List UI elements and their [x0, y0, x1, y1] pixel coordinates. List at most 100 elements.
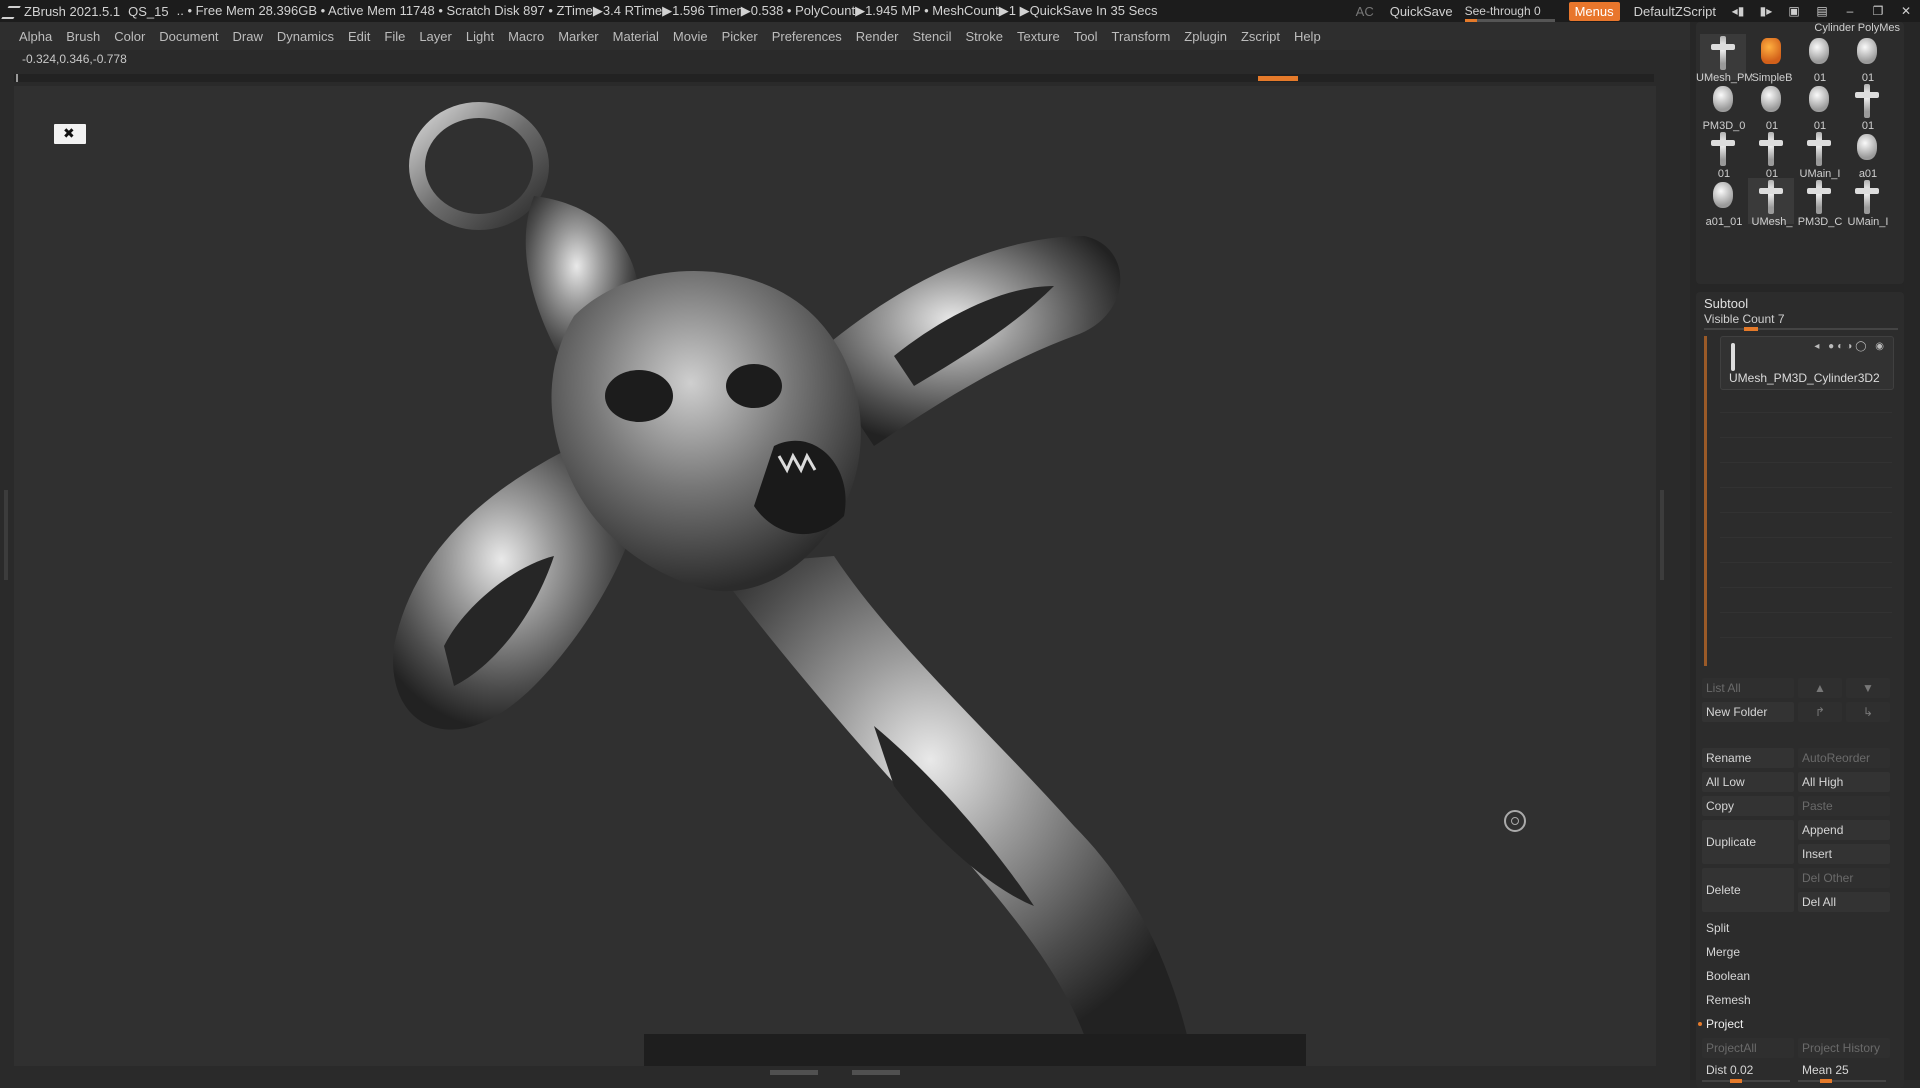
tool-thumb[interactable]: UMesh_PM3D_C — [1696, 34, 1752, 84]
shelf-indicator[interactable] — [1258, 76, 1298, 81]
menu-zscript[interactable]: Zscript — [1241, 29, 1280, 44]
tool-thumb[interactable]: 01 — [1796, 34, 1842, 84]
append-button[interactable]: Append — [1798, 820, 1890, 840]
menu-material[interactable]: Material — [613, 29, 659, 44]
menu-alpha[interactable]: Alpha — [19, 29, 52, 44]
paste-button[interactable]: Paste — [1798, 796, 1890, 816]
close-icon[interactable]: ✕ — [1897, 4, 1915, 18]
tool-thumb[interactable]: a01_01 — [1700, 178, 1746, 228]
right-tray-handle[interactable] — [1660, 490, 1664, 580]
all-low-button[interactable]: All Low — [1702, 772, 1794, 792]
tool-thumb[interactable]: PM3D_C — [1796, 178, 1842, 228]
menu-brush[interactable]: Brush — [66, 29, 100, 44]
menu-stroke[interactable]: Stroke — [965, 29, 1003, 44]
palette-left-icon[interactable]: ◂▮ — [1729, 4, 1747, 18]
rename-button[interactable]: Rename — [1702, 748, 1794, 768]
tool-thumb[interactable]: 01 — [1700, 130, 1746, 180]
tool-thumb[interactable]: UMesh_ — [1748, 178, 1794, 228]
menu-preferences[interactable]: Preferences — [772, 29, 842, 44]
tool-thumb[interactable]: 01 — [1844, 34, 1890, 84]
autoreorder-button[interactable]: AutoReorder — [1798, 748, 1890, 768]
ac-button[interactable]: AC — [1348, 4, 1382, 19]
left-tray-handle[interactable] — [4, 490, 8, 580]
subtool-empty-rows — [1720, 388, 1892, 668]
del-other-button[interactable]: Del Other — [1798, 868, 1890, 888]
folder-up-icon[interactable]: ↱ — [1798, 702, 1842, 722]
menu-color[interactable]: Color — [114, 29, 145, 44]
del-all-button[interactable]: Del All — [1798, 892, 1890, 912]
title-bar: ZBrush 2021.5.1 QS_15 .. • Free Mem 28.3… — [0, 0, 1920, 22]
folder-down-icon[interactable]: ↳ — [1846, 702, 1890, 722]
menu-macro[interactable]: Macro — [508, 29, 544, 44]
restore-icon[interactable]: ❐ — [1869, 4, 1887, 18]
menu-layer[interactable]: Layer — [419, 29, 452, 44]
menu-zplugin[interactable]: Zplugin — [1184, 29, 1227, 44]
move-down-icon[interactable]: ▼ — [1846, 678, 1890, 698]
tool-thumb[interactable]: UMain_I — [1796, 130, 1842, 180]
menu-transform[interactable]: Transform — [1112, 29, 1171, 44]
visible-count-slider[interactable] — [1704, 327, 1898, 331]
menu-marker[interactable]: Marker — [558, 29, 598, 44]
tool-thumb[interactable]: 01 — [1748, 82, 1794, 132]
menu-movie[interactable]: Movie — [673, 29, 708, 44]
menu-tool[interactable]: Tool — [1074, 29, 1098, 44]
subtool-item-name: UMesh_PM3D_Cylinder3D2 — [1729, 371, 1880, 385]
menu-draw[interactable]: Draw — [233, 29, 263, 44]
subtool-scrollbar[interactable] — [1704, 336, 1707, 666]
insert-button[interactable]: Insert — [1798, 844, 1890, 864]
layout-alt-icon[interactable]: ▤ — [1813, 4, 1831, 18]
layout-icon[interactable]: ▣ — [1785, 4, 1803, 18]
copy-button[interactable]: Copy — [1702, 796, 1794, 816]
menu-light[interactable]: Light — [466, 29, 494, 44]
tool-thumb[interactable]: a01 — [1844, 130, 1890, 180]
floor-target-icon[interactable] — [1504, 810, 1526, 832]
bottom-tray-handle[interactable] — [770, 1070, 900, 1076]
minimize-icon[interactable]: – — [1841, 4, 1859, 18]
mean-slider[interactable]: Mean 25 — [1798, 1060, 1890, 1080]
perspective-toggle-icon[interactable] — [54, 124, 86, 144]
tool-thumb[interactable]: UMain_I — [1844, 178, 1890, 228]
delete-button[interactable]: Delete — [1702, 868, 1794, 912]
document-canvas[interactable]: Skull cross Pendant 3d print model 13 — [14, 86, 1656, 1066]
project-all-button[interactable]: ProjectAll — [1702, 1038, 1794, 1058]
project-section[interactable]: Project — [1702, 1014, 1896, 1034]
tool-thumb-image — [1857, 38, 1877, 64]
list-all-button[interactable]: List All — [1702, 678, 1794, 698]
menu-file[interactable]: File — [384, 29, 405, 44]
new-folder-button[interactable]: New Folder — [1702, 702, 1794, 722]
boolean-section[interactable]: Boolean — [1702, 966, 1896, 986]
tool-thumb[interactable]: SimpleB — [1748, 34, 1794, 84]
all-high-button[interactable]: All High — [1798, 772, 1890, 792]
project-history-button[interactable]: Project History — [1798, 1038, 1890, 1058]
subtool-title[interactable]: Subtool — [1704, 296, 1748, 311]
default-zscript-button[interactable]: DefaultZScript — [1626, 4, 1724, 19]
tool-thumb[interactable]: 01 — [1844, 82, 1890, 132]
dist-slider-track[interactable] — [1702, 1079, 1790, 1083]
menu-document[interactable]: Document — [159, 29, 218, 44]
menu-render[interactable]: Render — [856, 29, 899, 44]
subtool-item[interactable]: ◂ ●◐◑◯ ◉ UMesh_PM3D_Cylinder3D2 — [1720, 336, 1894, 390]
see-through-label: See-through 0 — [1464, 4, 1541, 18]
menu-help[interactable]: Help — [1294, 29, 1321, 44]
merge-section[interactable]: Merge — [1702, 942, 1896, 962]
tool-thumb[interactable]: 01 — [1748, 130, 1794, 180]
menu-texture[interactable]: Texture — [1017, 29, 1060, 44]
split-section[interactable]: Split — [1702, 918, 1896, 938]
subtool-visibility-icons[interactable]: ◂ ●◐◑◯ ◉ — [1814, 341, 1887, 352]
tool-thumb[interactable]: 01 — [1796, 82, 1842, 132]
menu-edit[interactable]: Edit — [348, 29, 370, 44]
see-through-slider[interactable]: See-through 0 — [1464, 4, 1555, 22]
menu-picker[interactable]: Picker — [722, 29, 758, 44]
palette-right-icon[interactable]: ▮▸ — [1757, 4, 1775, 18]
menus-toggle-button[interactable]: Menus — [1568, 1, 1620, 21]
menu-dynamics[interactable]: Dynamics — [277, 29, 334, 44]
quicksave-button[interactable]: QuickSave — [1382, 4, 1461, 19]
menu-stencil[interactable]: Stencil — [912, 29, 951, 44]
move-up-icon[interactable]: ▲ — [1798, 678, 1842, 698]
duplicate-button[interactable]: Duplicate — [1702, 820, 1794, 864]
tool-thumb-image — [1809, 38, 1829, 64]
tool-thumb[interactable]: PM3D_0 — [1700, 82, 1746, 132]
remesh-section[interactable]: Remesh — [1702, 990, 1896, 1010]
mean-slider-track[interactable] — [1798, 1079, 1886, 1083]
dist-slider[interactable]: Dist 0.02 — [1702, 1060, 1794, 1080]
